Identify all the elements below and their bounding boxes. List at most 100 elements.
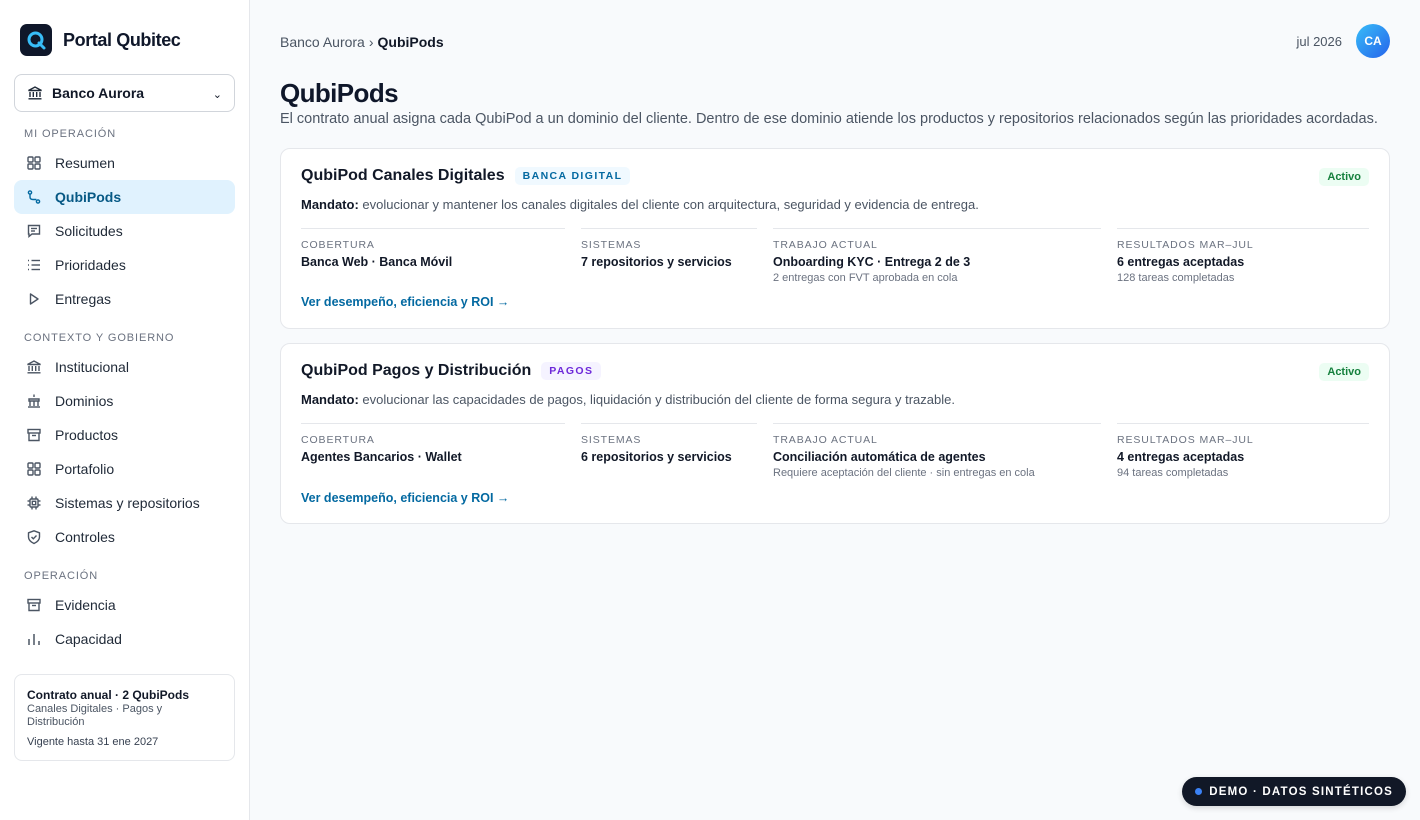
archive-icon — [26, 427, 42, 443]
metric-sub: Requiere aceptación del cliente · sin en… — [773, 467, 1035, 479]
nav-section-contexto-gobierno: CONTEXTO Y GOBIERNO — [24, 332, 175, 344]
sidebar-item-label: Productos — [55, 427, 119, 443]
bar-chart-icon — [26, 631, 42, 647]
metric-label: COBERTURA — [301, 434, 375, 446]
sidebar-item-resumen[interactable]: Resumen — [14, 146, 235, 180]
sidebar-item-label: Entregas — [55, 291, 112, 307]
sidebar-item-label: Resumen — [55, 155, 115, 171]
sidebar-item-dominios[interactable]: Dominios — [14, 384, 235, 418]
metric-value: 7 repositorios y servicios — [581, 255, 732, 269]
sidebar-item-productos[interactable]: Productos — [14, 418, 235, 452]
organization-select[interactable]: Banco Aurora ⌄ — [14, 74, 235, 112]
main-content: Banco Aurora › QubiPods jul 2026 CA QubiPo… — [250, 0, 1420, 820]
grid-icon — [26, 461, 42, 477]
play-icon — [26, 291, 42, 307]
app-name: Portal Qubitec — [63, 29, 181, 50]
chevron-down-icon: ⌄ — [212, 88, 222, 101]
qubipod-header: QubiPod Canales Digitales BANCA DIGITAL — [301, 167, 631, 185]
user-avatar[interactable]: CA — [1356, 24, 1390, 58]
sidebar-item-label: Evidencia — [55, 597, 116, 613]
metric-sub: 128 tareas completadas — [1117, 272, 1235, 284]
sidebar-item-portafolio[interactable]: Portafolio — [14, 452, 235, 486]
metric-cobertura: COBERTURA Agentes Bancarios · Wallet — [301, 423, 565, 464]
page-description: El contrato anual asigna cada QubiPod a … — [280, 111, 1378, 127]
grid-icon — [26, 155, 42, 171]
qubipod-mandate: Mandato: evolucionar y mantener los cana… — [301, 197, 979, 212]
sidebar-item-label: Prioridades — [55, 257, 126, 273]
page-title: QubiPods — [280, 78, 399, 108]
domain-tag: PAGOS — [541, 362, 602, 380]
shield-icon — [26, 529, 42, 545]
qubipod-card: QubiPod Pagos y Distribución PAGOS Activ… — [280, 343, 1390, 524]
sidebar-item-controles[interactable]: Controles — [14, 520, 235, 554]
metric-cobertura: COBERTURA Banca Web · Banca Móvil — [301, 228, 565, 269]
metric-label: SISTEMAS — [581, 434, 642, 446]
mandate-text: evolucionar y mantener los canales digit… — [362, 197, 979, 212]
demo-badge: DEMO · DATOS SINTÉTICOS — [1182, 777, 1406, 806]
contract-validity: Vigente hasta 31 ene 2027 — [27, 736, 159, 748]
metric-sub: 2 entregas con FVT aprobada en cola — [773, 272, 958, 284]
sidebar-item-qubipods[interactable]: QubiPods — [14, 180, 235, 214]
qubipod-header: QubiPod Pagos y Distribución PAGOS — [301, 362, 602, 380]
status-badge: Activo — [1319, 168, 1369, 186]
qubipod-name: QubiPod Canales Digitales — [301, 167, 505, 184]
mandate-text: evolucionar las capacidades de pagos, li… — [362, 392, 955, 407]
breadcrumb: Banco Aurora › QubiPods — [280, 34, 444, 50]
contract-summary-card: Contrato anual · 2 QubiPods Canales Digi… — [14, 674, 235, 761]
sidebar-item-prioridades[interactable]: Prioridades — [14, 248, 235, 282]
domain-tag: BANCA DIGITAL — [514, 167, 631, 185]
nav-section-operacion: OPERACIÓN — [24, 570, 99, 582]
metric-value: 4 entregas aceptadas — [1117, 450, 1245, 464]
demo-badge-text: DEMO · DATOS SINTÉTICOS — [1209, 785, 1393, 798]
sidebar-item-solicitudes[interactable]: Solicitudes — [14, 214, 235, 248]
contract-subtitle: Canales Digitales · Pagos y Distribución — [27, 703, 163, 728]
breadcrumb-separator: › — [368, 34, 374, 50]
metric-sub: 94 tareas completadas — [1117, 467, 1229, 479]
metric-label: RESULTADOS MAR–JUL — [1117, 239, 1254, 251]
metric-resultados: RESULTADOS MAR–JUL 6 entregas aceptadas … — [1117, 228, 1369, 284]
sidebar-item-entregas[interactable]: Entregas — [14, 282, 235, 316]
sidebar-item-capacidad[interactable]: Capacidad — [14, 622, 235, 656]
sidebar: Portal Qubitec Banco Aurora ⌄ MI OPERACI… — [0, 0, 250, 820]
sidebar-item-label: Controles — [55, 529, 115, 545]
bank-icon — [27, 85, 43, 101]
qubipod-name: QubiPod Pagos y Distribución — [301, 362, 532, 379]
metric-label: SISTEMAS — [581, 239, 642, 251]
metric-trabajo-actual: TRABAJO ACTUAL Onboarding KYC · Entrega … — [773, 228, 1101, 284]
branch-icon — [26, 189, 42, 205]
sidebar-item-institucional[interactable]: Institucional — [14, 350, 235, 384]
sidebar-item-label: Institucional — [55, 359, 129, 375]
list-icon — [26, 257, 42, 273]
bank-icon — [26, 359, 42, 375]
metric-value: Banca Web · Banca Móvil — [301, 255, 453, 269]
metric-value: Onboarding KYC · Entrega 2 de 3 — [773, 255, 971, 269]
sidebar-item-sistemas-repositorios[interactable]: Sistemas y repositorios — [14, 486, 235, 520]
current-period: jul 2026 — [1296, 34, 1342, 49]
archive-icon — [26, 597, 42, 613]
metric-value: 6 repositorios y servicios — [581, 450, 732, 464]
mandate-label: Mandato: — [301, 197, 359, 212]
performance-roi-link[interactable]: Ver desempeño, eficiencia y ROI → — [301, 295, 509, 309]
metric-sistemas: SISTEMAS 7 repositorios y servicios — [581, 228, 757, 269]
status-dot-icon — [1195, 788, 1203, 795]
mandate-label: Mandato: — [301, 392, 359, 407]
sidebar-item-label: QubiPods — [55, 189, 122, 205]
brand[interactable]: Portal Qubitec — [20, 24, 181, 56]
metric-trabajo-actual: TRABAJO ACTUAL Conciliación automática d… — [773, 423, 1101, 479]
metric-resultados: RESULTADOS MAR–JUL 4 entregas aceptadas … — [1117, 423, 1369, 479]
metric-label: RESULTADOS MAR–JUL — [1117, 434, 1254, 446]
sidebar-item-evidencia[interactable]: Evidencia — [14, 588, 235, 622]
qubipod-card: QubiPod Canales Digitales BANCA DIGITAL … — [280, 148, 1390, 329]
qubipod-mandate: Mandato: evolucionar las capacidades de … — [301, 392, 955, 407]
performance-roi-link[interactable]: Ver desempeño, eficiencia y ROI → — [301, 491, 509, 505]
breadcrumb-parent[interactable]: Banco Aurora — [280, 34, 365, 50]
qubitec-logo-icon — [20, 24, 52, 56]
chip-icon — [26, 495, 42, 511]
sidebar-item-label: Sistemas y repositorios — [55, 495, 200, 511]
breadcrumb-current: QubiPods — [377, 34, 444, 50]
metric-value: 6 entregas aceptadas — [1117, 255, 1245, 269]
sidebar-item-label: Solicitudes — [55, 223, 123, 239]
sidebar-item-label: Portafolio — [55, 461, 115, 477]
metric-sistemas: SISTEMAS 6 repositorios y servicios — [581, 423, 757, 464]
metric-label: TRABAJO ACTUAL — [773, 434, 878, 446]
